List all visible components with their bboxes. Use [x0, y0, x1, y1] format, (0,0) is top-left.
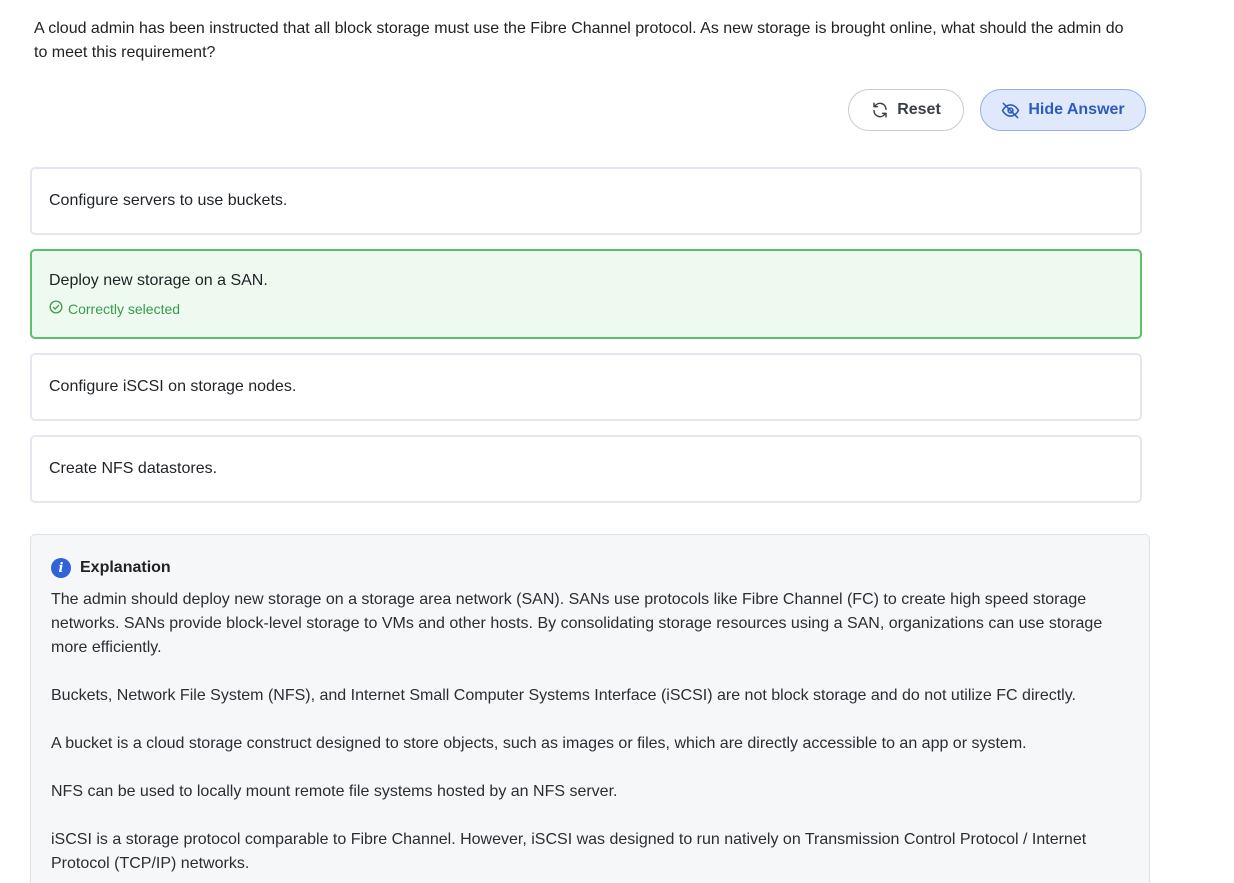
- answer-option-text: Configure iSCSI on storage nodes.: [49, 378, 297, 395]
- hide-answer-button[interactable]: Hide Answer: [980, 89, 1146, 131]
- explanation-body: The admin should deploy new storage on a…: [51, 588, 1129, 876]
- answer-option-text: Configure servers to use buckets.: [49, 192, 288, 209]
- check-circle-icon: [49, 300, 63, 317]
- reset-label: Reset: [897, 101, 941, 118]
- info-icon: i: [51, 558, 71, 578]
- question-text: A cloud admin has been instructed that a…: [34, 20, 1124, 61]
- hide-answer-label: Hide Answer: [1028, 101, 1125, 118]
- correct-status-label: Correctly selected: [68, 300, 181, 317]
- explanation-panel: i Explanation The admin should deploy ne…: [30, 534, 1150, 883]
- explanation-paragraph: iSCSI is a storage protocol comparable t…: [51, 831, 1087, 872]
- answer-option-text: Deploy new storage on a SAN.: [49, 272, 268, 289]
- explanation-paragraph: A bucket is a cloud storage construct de…: [51, 735, 1027, 752]
- answer-option[interactable]: Configure servers to use buckets.: [30, 167, 1142, 235]
- explanation-title: Explanation: [80, 559, 171, 576]
- answer-option[interactable]: Create NFS datastores.: [30, 435, 1142, 503]
- explanation-paragraph: Buckets, Network File System (NFS), and …: [51, 687, 1076, 704]
- answer-options: Configure servers to use buckets. Deploy…: [30, 167, 1142, 517]
- reset-button[interactable]: Reset: [848, 89, 964, 131]
- answer-option[interactable]: Configure iSCSI on storage nodes.: [30, 353, 1142, 421]
- eye-off-icon: [1001, 101, 1020, 120]
- refresh-icon: [871, 101, 889, 119]
- answer-option-correct[interactable]: Deploy new storage on a SAN. Correctly s…: [30, 249, 1142, 339]
- question-page: A cloud admin has been instructed that a…: [0, 0, 1234, 883]
- answer-actions: Reset Hide Answer: [848, 89, 1146, 131]
- explanation-paragraph: The admin should deploy new storage on a…: [51, 591, 1103, 656]
- explanation-header: i Explanation: [51, 557, 1129, 579]
- correct-status: Correctly selected: [49, 300, 1123, 317]
- answer-option-text: Create NFS datastores.: [49, 460, 218, 477]
- explanation-paragraph: NFS can be used to locally mount remote …: [51, 783, 618, 800]
